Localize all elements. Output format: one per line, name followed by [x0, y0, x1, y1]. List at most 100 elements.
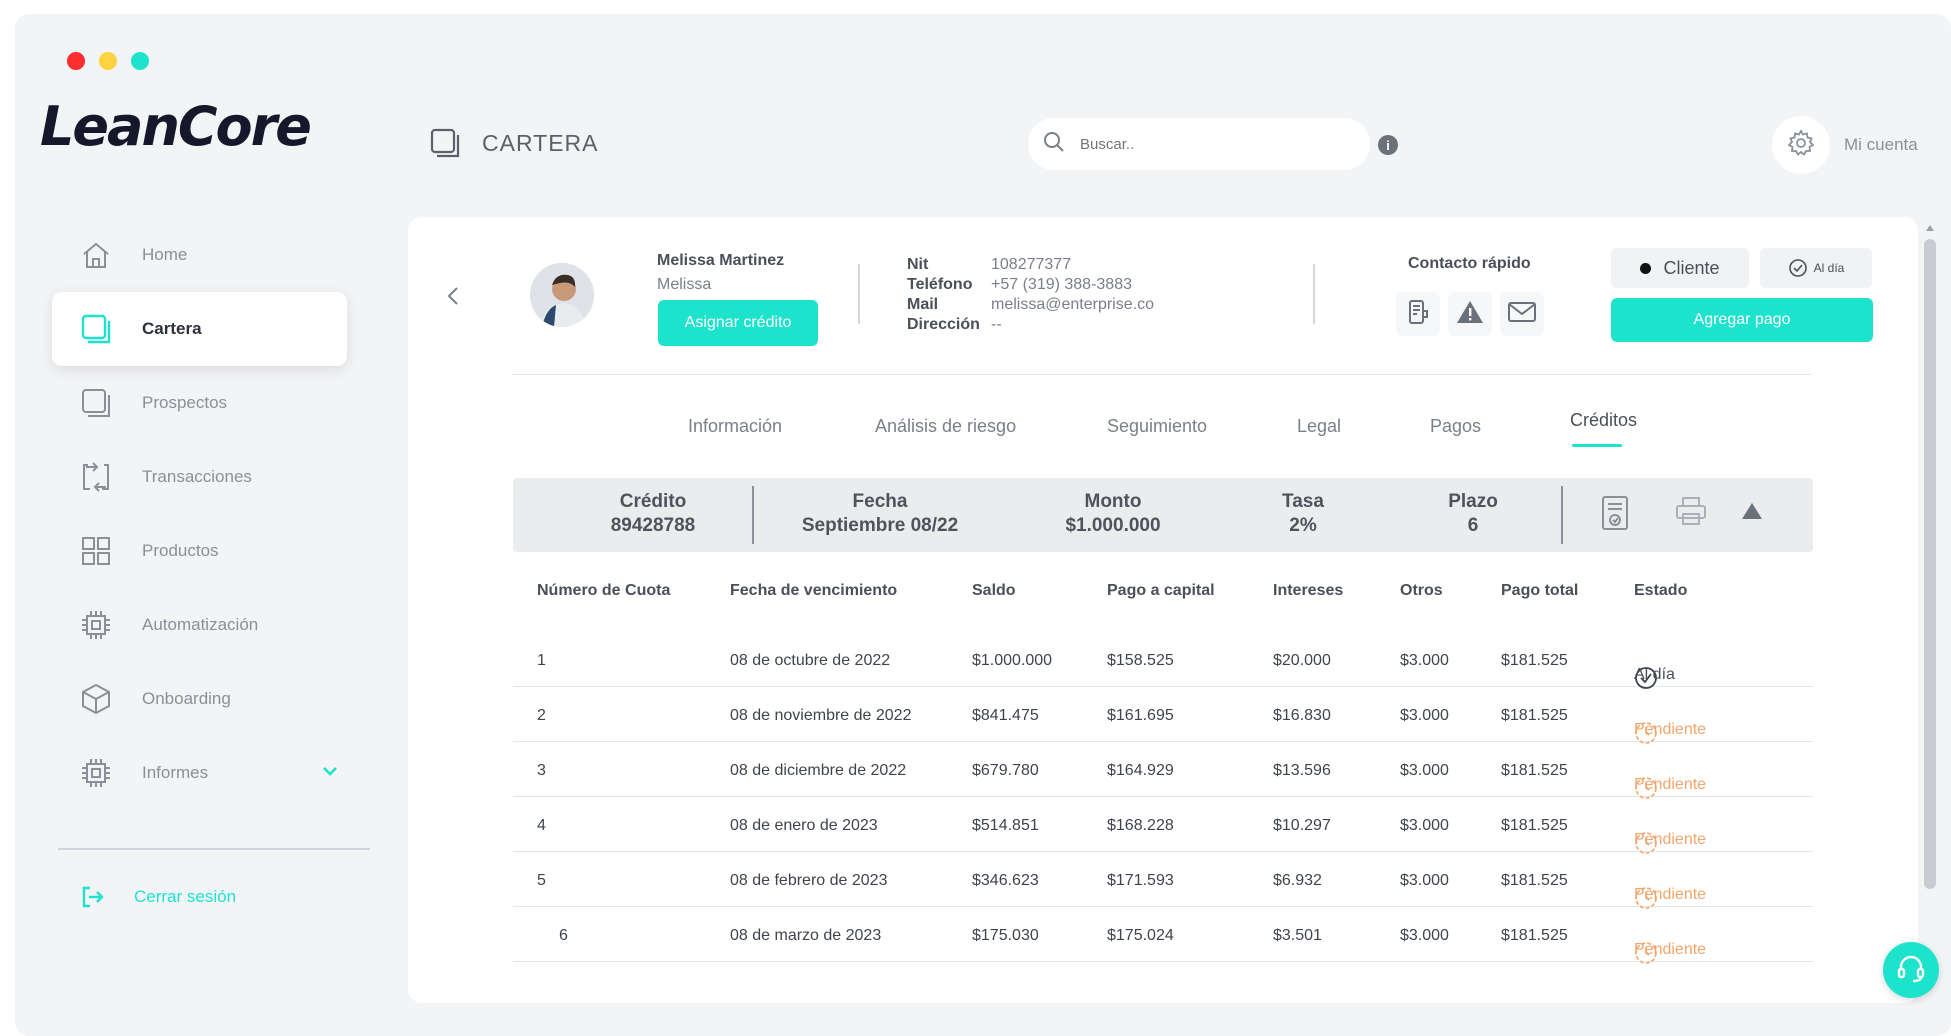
search-box[interactable]	[1028, 118, 1370, 170]
nit-label: Nit	[907, 256, 929, 273]
grid-icon	[78, 533, 114, 569]
alert-button[interactable]	[1448, 292, 1492, 336]
chevron-down-icon[interactable]	[322, 762, 338, 782]
sidebar-item-onboarding[interactable]: Onboarding	[52, 662, 362, 736]
cell-total: $181.525	[1501, 707, 1568, 724]
sidebar-item-prospectos[interactable]: Prospectos	[52, 366, 362, 440]
header-capital: Pago a capital	[1107, 582, 1215, 599]
assign-credit-button[interactable]: Asignar crédito	[658, 300, 818, 346]
scrollbar[interactable]	[1922, 225, 1938, 890]
search-icon	[1042, 130, 1066, 159]
header-estado: Estado	[1634, 582, 1688, 599]
support-button[interactable]	[1883, 942, 1939, 998]
minimize-dot[interactable]	[99, 52, 117, 70]
cell-balance: $175.030	[972, 927, 1039, 944]
account-menu[interactable]: Mi cuenta	[1772, 116, 1918, 174]
cell-capital: $158.525	[1107, 652, 1174, 669]
header-otros: Otros	[1400, 582, 1443, 599]
summary-rate-label: Tasa	[1282, 491, 1324, 512]
address-value: --	[991, 316, 1002, 333]
cell-due-date: 08 de octubre de 2022	[730, 652, 891, 669]
sidebar-item-cartera[interactable]: Cartera	[52, 292, 347, 366]
header-vencimiento: Fecha de vencimiento	[730, 582, 898, 599]
cell-num: 5	[537, 872, 546, 889]
sms-button[interactable]	[1396, 292, 1440, 336]
back-chevron-icon[interactable]	[446, 286, 460, 311]
avatar-photo-icon	[530, 263, 594, 327]
prospects-icon	[78, 385, 114, 421]
cell-balance: $346.623	[972, 872, 1039, 889]
cell-other: $3.000	[1400, 707, 1449, 724]
summary-rate: Tasa 2%	[1253, 490, 1353, 538]
wallet-icon	[428, 126, 462, 160]
scroll-thumb[interactable]	[1924, 239, 1936, 889]
sidebar-item-automatizacion[interactable]: Automatización	[52, 588, 362, 662]
sidebar-divider	[58, 848, 370, 850]
table-row[interactable]: 6 08 de marzo de 2023 $175.030 $175.024 $3.5…	[513, 907, 1813, 964]
summary-date-value: Septiembre 08/22	[801, 515, 959, 536]
email-button[interactable]	[1500, 292, 1544, 336]
cell-total: $181.525	[1501, 927, 1568, 944]
status-text: Pendiente	[1634, 721, 1707, 738]
sidebar-item-label: Automatización	[142, 615, 259, 634]
mail-label: Mail	[907, 296, 939, 313]
logout-button[interactable]: Cerrar sesión	[80, 884, 236, 910]
table-row[interactable]: 4 08 de enero de 2023 $514.851 $168.228 $10.…	[513, 797, 1813, 854]
sidebar-item-informes[interactable]: Informes	[52, 736, 362, 810]
cell-balance: $1.000.000	[972, 652, 1053, 669]
cell-interest: $13.596	[1273, 762, 1331, 779]
tab-seguimiento[interactable]: Seguimiento	[1107, 416, 1207, 437]
table-row[interactable]: 2 08 de noviembre de 2022 $841.475 $161.695…	[513, 687, 1813, 744]
quick-contact-title: Contacto rápido	[1408, 255, 1531, 272]
tab-informacion[interactable]: Información	[688, 416, 782, 437]
sidebar-item-transacciones[interactable]: Transacciones	[52, 440, 362, 514]
tab-pagos[interactable]: Pagos	[1430, 416, 1481, 437]
cell-due-date: 08 de febrero de 2023	[730, 872, 888, 889]
table-row[interactable]: 5 08 de febrero de 2023 $346.623 $171.593 $6…	[513, 852, 1813, 909]
sidebar-item-label: Cartera	[142, 319, 202, 338]
header-cuota: Número de Cuota	[537, 582, 671, 599]
settings-button[interactable]	[1772, 116, 1830, 174]
table-row[interactable]: 1 08 de octubre de 2022 $1.000.000 $158.525…	[513, 632, 1813, 689]
cell-capital: $164.929	[1107, 762, 1174, 779]
account-label: Mi cuenta	[1844, 135, 1918, 154]
cell-balance: $679.780	[972, 762, 1039, 779]
cell-interest: $16.830	[1273, 707, 1331, 724]
cell-other: $3.000	[1400, 927, 1449, 944]
wallet-icon	[78, 311, 114, 347]
cell-total: $181.525	[1501, 652, 1568, 669]
sidebar-item-label: Informes	[142, 763, 209, 782]
page-title-text: CARTERA	[482, 129, 599, 156]
search-input[interactable]	[1080, 135, 1330, 153]
cell-other: $3.000	[1400, 652, 1449, 669]
summary-date-label: Fecha	[852, 491, 908, 512]
mail-value: melissa@enterprise.co	[991, 296, 1154, 313]
summary-credit-label: Crédito	[619, 491, 687, 512]
sidebar-item-label: Prospectos	[142, 393, 228, 412]
sidebar-item-productos[interactable]: Productos	[52, 514, 362, 588]
add-payment-button[interactable]: Agregar pago	[1611, 298, 1873, 342]
tab-creditos[interactable]: Créditos	[1570, 410, 1637, 431]
document-icon[interactable]	[1600, 494, 1630, 537]
cell-capital: $168.228	[1107, 817, 1174, 834]
status-badge-text: Al día	[1813, 261, 1845, 275]
close-dot[interactable]	[67, 52, 85, 70]
chip-icon	[78, 607, 114, 643]
maximize-dot[interactable]	[131, 52, 149, 70]
tab-legal[interactable]: Legal	[1297, 416, 1341, 437]
cell-interest: $3.501	[1273, 927, 1322, 944]
table-row[interactable]: 3 08 de diciembre de 2022 $679.780 $164.929…	[513, 742, 1813, 799]
tab-analisis-riesgo[interactable]: Análisis de riesgo	[875, 416, 1016, 437]
cell-due-date: 08 de noviembre de 2022	[730, 707, 912, 724]
cell-total: $181.525	[1501, 762, 1568, 779]
credit-summary: Crédito 89428788 Fecha Septiembre 08/22 …	[513, 478, 1813, 552]
info-icon[interactable]: i	[1378, 135, 1398, 155]
scroll-up-icon[interactable]	[1926, 225, 1934, 231]
page-title: CARTERA	[428, 126, 599, 160]
printer-icon[interactable]	[1675, 496, 1707, 531]
client-type-badge: Cliente	[1611, 248, 1749, 288]
collapse-triangle-icon[interactable]	[1741, 502, 1763, 525]
gear-icon	[1786, 128, 1816, 163]
cell-num: 1	[537, 652, 546, 669]
sidebar-item-home[interactable]: Home	[52, 218, 362, 292]
